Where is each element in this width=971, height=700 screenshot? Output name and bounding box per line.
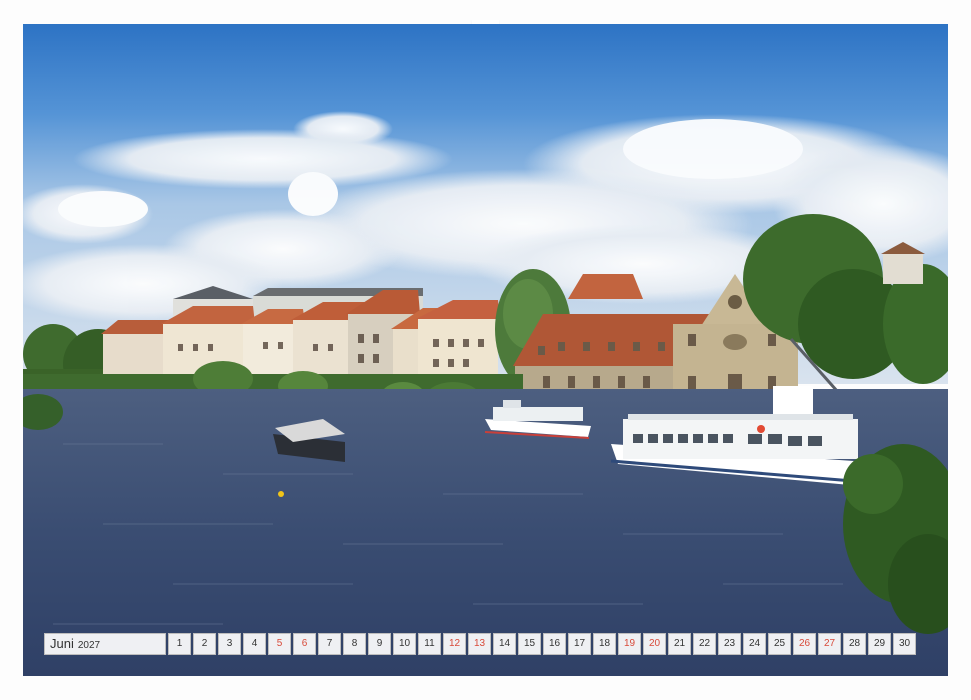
calendar-strip: Juni 2027 1 2 3 4 5 6 7 8 9 10 11 12 13 14 15 16 17 18 19 2… xyxy=(44,632,927,655)
day-cell: 17 xyxy=(568,632,591,655)
day-cell: 23 xyxy=(718,632,741,655)
day-cell: 25 xyxy=(768,632,791,655)
day-cell: 28 xyxy=(843,632,866,655)
day-cell: 6 xyxy=(293,632,316,655)
day-cell: 14 xyxy=(493,632,516,655)
day-cell: 1 xyxy=(168,632,191,655)
day-cell: 5 xyxy=(268,632,291,655)
day-cell: 20 xyxy=(643,632,666,655)
day-cell: 29 xyxy=(868,632,891,655)
day-cell: 19 xyxy=(618,632,641,655)
day-cell: 24 xyxy=(743,632,766,655)
day-cell: 11 xyxy=(418,632,441,655)
day-cell: 15 xyxy=(518,632,541,655)
day-cell: 30 xyxy=(893,632,916,655)
day-cell: 26 xyxy=(793,632,816,655)
day-cell: 10 xyxy=(393,632,416,655)
day-cell: 16 xyxy=(543,632,566,655)
month-year: 2027 xyxy=(77,639,101,651)
day-cell: 2 xyxy=(193,632,216,655)
buoy xyxy=(278,491,284,497)
month-name: Juni xyxy=(50,635,74,651)
day-cell: 7 xyxy=(318,632,341,655)
day-cell: 22 xyxy=(693,632,716,655)
day-cell: 4 xyxy=(243,632,266,655)
day-cell: 21 xyxy=(668,632,691,655)
day-cell: 8 xyxy=(343,632,366,655)
day-cell: 9 xyxy=(368,632,391,655)
day-cell: 18 xyxy=(593,632,616,655)
day-cell: 13 xyxy=(468,632,491,655)
month-label: Juni 2027 xyxy=(44,632,166,655)
day-cell: 3 xyxy=(218,632,241,655)
river-town-photo xyxy=(23,24,948,676)
day-cell: 27 xyxy=(818,632,841,655)
photo-illustration xyxy=(23,24,948,676)
calendar-page: Juni 2027 1 2 3 4 5 6 7 8 9 10 11 12 13 14 15 16 17 18 19 2… xyxy=(0,0,971,700)
day-cell: 12 xyxy=(443,632,466,655)
